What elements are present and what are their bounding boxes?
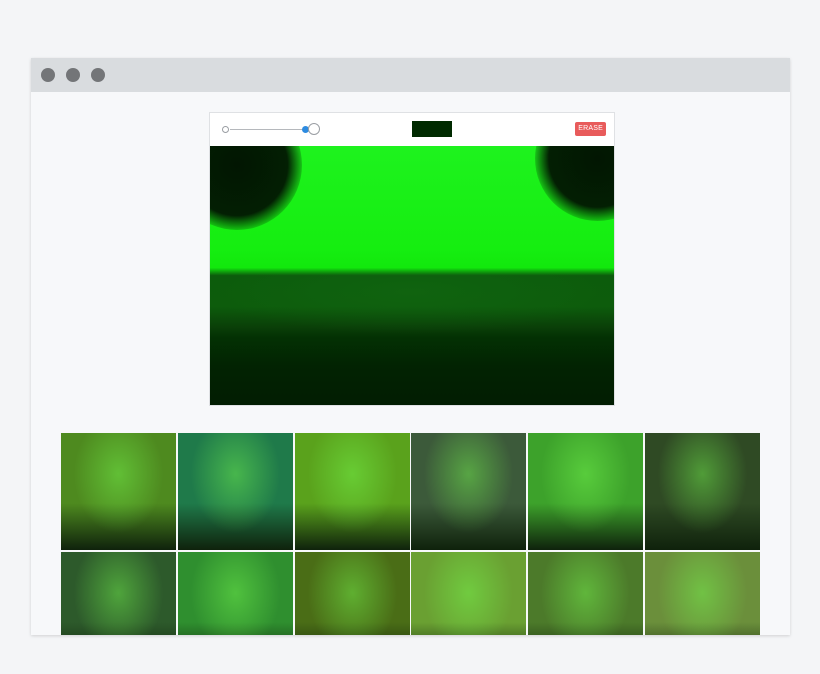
drawing-editor: ERASE (209, 112, 615, 406)
small-brush-icon (222, 126, 229, 133)
drawing-toolbar: ERASE (210, 113, 614, 147)
gallery-thumbnail-tree-tunnel[interactable] (294, 552, 410, 635)
result-gallery (61, 433, 762, 635)
slider-track[interactable] (230, 129, 312, 130)
gallery-thumbnail-aurora-over-ice[interactable] (177, 552, 293, 635)
gallery-thumbnail-aurora-over-forest[interactable] (294, 433, 410, 550)
gallery-thumbnail-field-with-trees[interactable] (61, 433, 176, 550)
gallery-thumbnail-aurora-swirl[interactable] (528, 433, 644, 550)
minimize-dot-icon[interactable] (66, 68, 80, 82)
erase-button[interactable]: ERASE (575, 122, 606, 136)
gallery-thumbnail-green-hills-with-person[interactable] (645, 552, 760, 635)
gallery-thumbnail-aurora-night-sky[interactable] (61, 552, 176, 635)
color-picker-swatch[interactable] (412, 121, 452, 137)
gallery-thumbnail-jungle-river[interactable] (528, 552, 644, 635)
gallery-thumbnail-aurora-over-mountain-lake[interactable] (411, 433, 527, 550)
brush-size-slider[interactable] (222, 121, 322, 137)
canvas-stroke-top-right (535, 146, 614, 221)
window-titlebar (31, 58, 790, 92)
gallery-thumbnail-aurora-over-rocky-coast[interactable] (177, 433, 293, 550)
gallery-thumbnail-bamboo-forest[interactable] (645, 433, 760, 550)
gallery-thumbnail-grass-field-with-sign[interactable] (411, 552, 527, 635)
drawing-canvas[interactable] (210, 146, 614, 405)
maximize-dot-icon[interactable] (91, 68, 105, 82)
browser-window: ERASE (31, 58, 790, 635)
canvas-stroke-top-left (210, 146, 302, 230)
close-dot-icon[interactable] (41, 68, 55, 82)
large-brush-icon (308, 123, 320, 135)
canvas-stroke-band (210, 274, 614, 334)
